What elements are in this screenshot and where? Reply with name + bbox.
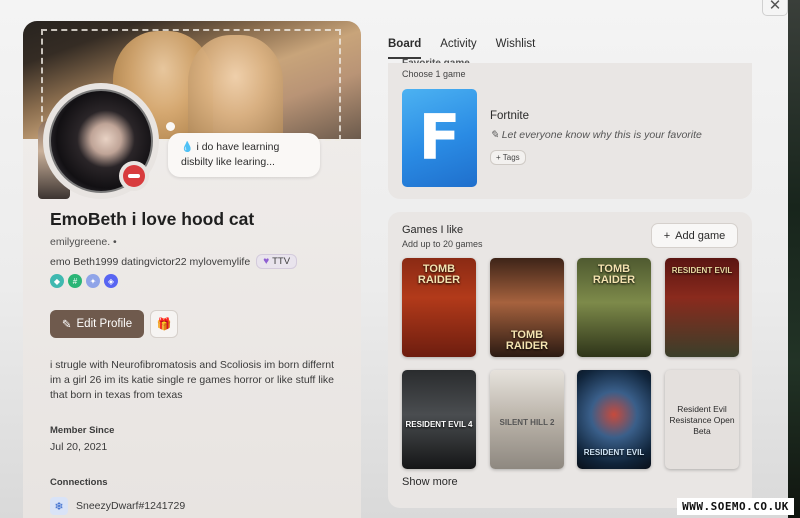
blood-drop-icon: 💧	[181, 142, 194, 153]
favorite-reason[interactable]: ✎ Let everyone know why this is your fav…	[490, 129, 702, 141]
favorite-game-panel: Favorite game Choose 1 game F Fortnite ✎…	[388, 58, 752, 199]
status-bubble-tail	[166, 122, 175, 131]
profile-tabs: Board Activity Wishlist	[388, 38, 554, 59]
boost-badge-icon[interactable]: ✦	[86, 274, 100, 288]
tab-board[interactable]: Board	[388, 38, 422, 59]
add-game-button[interactable]: + Add game	[651, 223, 738, 248]
profile-card: 💧 i do have learning disbilty like learin…	[23, 21, 361, 518]
game-cover[interactable]: TOMB RAIDER	[402, 258, 476, 357]
hypesquad-badge-icon[interactable]: ◆	[50, 274, 64, 288]
heart-icon: ♥	[263, 256, 270, 267]
game-cover-title: SILENT HILL 2	[499, 418, 555, 427]
connections-label: Connections	[50, 477, 108, 488]
game-cover-title: TOMB RAIDER	[505, 329, 549, 352]
edit-profile-button[interactable]: ✎ Edit Profile	[50, 310, 144, 338]
custom-status-bubble[interactable]: 💧 i do have learning disbilty like learin…	[168, 133, 320, 177]
game-cover-title: RESIDENT EVIL	[671, 266, 733, 275]
games-title: Games I like	[402, 224, 464, 236]
connection-item[interactable]: ❄ SneezyDwarf#1241729	[50, 497, 185, 515]
games-i-like-panel: Games I like Add up to 20 games + Add ga…	[388, 212, 752, 508]
close-button[interactable]: ✕	[762, 0, 788, 16]
game-cover-title: RESIDENT EVIL 4	[405, 420, 473, 429]
game-cover-title: TOMB RAIDER	[592, 263, 636, 286]
nitro-gift-button[interactable]: 🎁	[150, 310, 178, 338]
pronouns: emo Beth1999 datingvictor22 mylovemylife…	[50, 254, 298, 269]
battlenet-icon: ❄	[50, 497, 68, 515]
watermark: WWW.SOEMO.CO.UK	[677, 498, 794, 515]
game-cover-title: RESIDENT EVIL	[583, 448, 645, 457]
ttv-tag: ♥ TTV	[256, 254, 298, 269]
badge-list: ◆ # ✦ ◈	[50, 274, 118, 288]
add-tags-button[interactable]: + Tags	[490, 150, 526, 165]
fortnite-cover[interactable]: F	[402, 89, 477, 187]
tab-activity[interactable]: Activity	[440, 38, 476, 59]
member-since-label: Member Since	[50, 425, 115, 436]
game-cover[interactable]: TOMB RAIDER	[490, 258, 564, 357]
favorite-game-title: Favorite game	[402, 57, 470, 63]
connection-name: SneezyDwarf#1241729	[76, 500, 186, 512]
game-cover-title: Resident Evil Resistance Open Beta	[669, 404, 735, 436]
game-cover[interactable]: RESIDENT EVIL	[665, 258, 739, 357]
game-cover[interactable]: RESIDENT EVIL	[577, 370, 651, 469]
display-name: EmoBeth i love hood cat	[50, 209, 255, 229]
status-text: i do have learning disbilty like learing…	[181, 141, 280, 168]
plus-icon: +	[663, 229, 671, 242]
add-game-label: Add game	[675, 229, 726, 242]
fortnite-logo: F	[418, 101, 461, 174]
game-cover[interactable]: TOMB RAIDER	[577, 258, 651, 357]
username[interactable]: emilygreene. •	[50, 236, 117, 248]
show-more-link[interactable]: Show more	[402, 476, 458, 488]
close-icon: ✕	[768, 0, 782, 14]
quest-badge-icon[interactable]: ◈	[104, 274, 118, 288]
bio-text: i strugle with Neurofibromatosis and Sco…	[50, 359, 335, 401]
pencil-icon: ✎	[61, 319, 72, 331]
pencil-icon: ✎	[490, 129, 502, 141]
favorite-game-name: Fortnite	[490, 110, 529, 122]
background-strip	[788, 0, 800, 518]
game-cover[interactable]: Resident Evil Resistance Open Beta	[665, 370, 739, 469]
status-dnd-icon	[119, 161, 149, 191]
nitro-badge-icon[interactable]: #	[68, 274, 82, 288]
game-cover-title: TOMB RAIDER	[417, 263, 461, 286]
game-cover[interactable]: SILENT HILL 2	[490, 370, 564, 469]
member-since-date: Jul 20, 2021	[50, 441, 108, 453]
gift-icon: 🎁	[156, 317, 172, 331]
game-cover[interactable]: RESIDENT EVIL 4	[402, 370, 476, 469]
games-subtitle: Add up to 20 games	[402, 239, 483, 249]
favorite-game-subtitle: Choose 1 game	[402, 69, 466, 79]
edit-profile-label: Edit Profile	[76, 318, 133, 330]
tab-wishlist[interactable]: Wishlist	[496, 38, 536, 59]
pronouns-text: emo Beth1999 datingvictor22 mylovemylife	[50, 255, 251, 268]
